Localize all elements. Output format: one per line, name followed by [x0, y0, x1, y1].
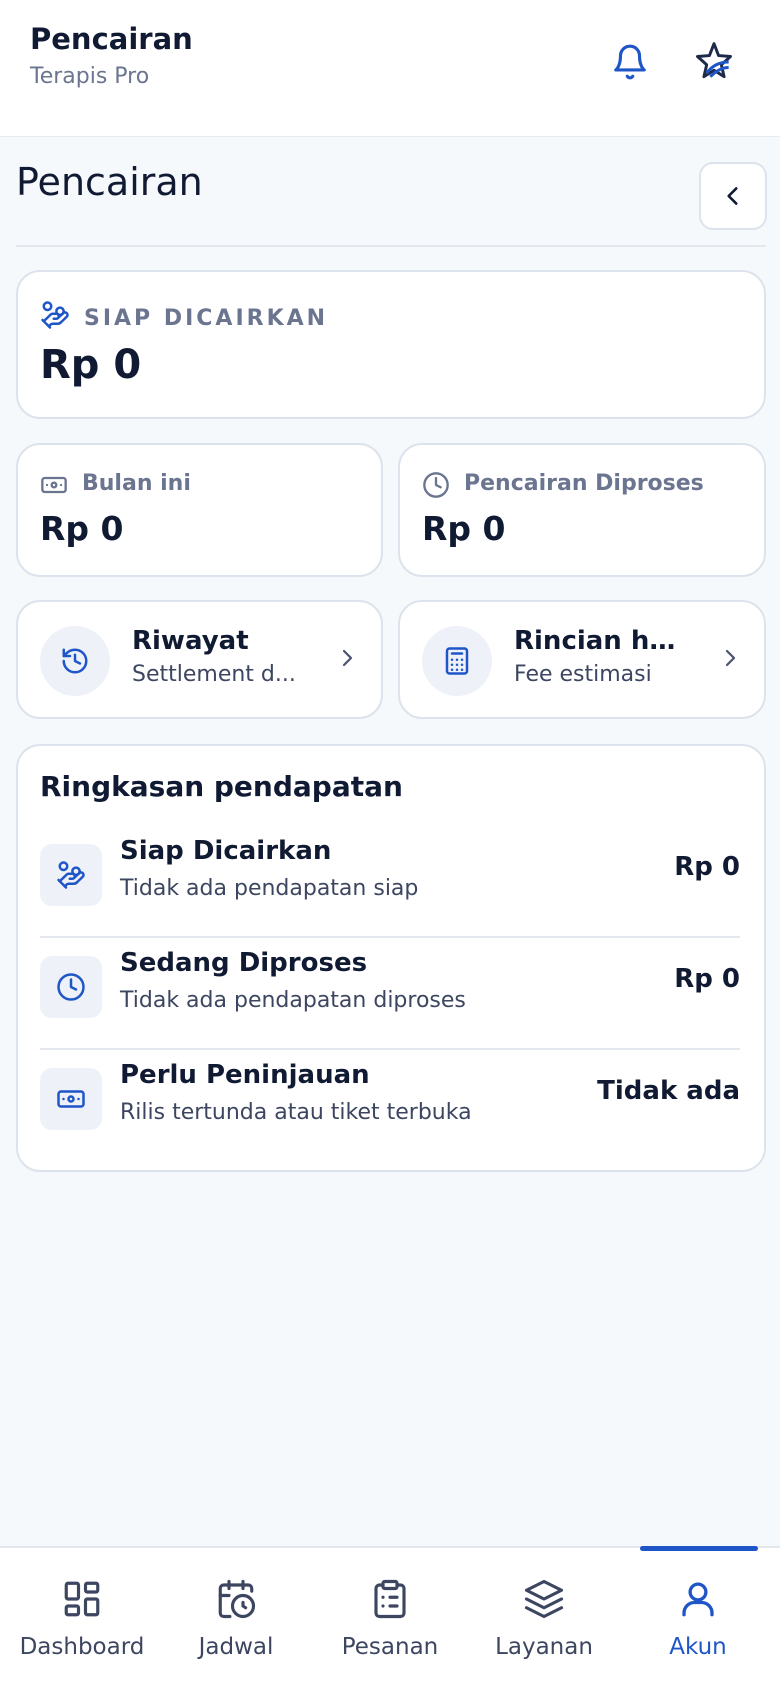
nav-card-subtitle: Fee estimasi [514, 662, 652, 687]
stat-card-processing: Pencairan Diproses Rp 0 [398, 443, 766, 577]
clipboard-icon [369, 1578, 411, 1620]
page-title: Pencairan [16, 160, 203, 204]
tab-label: Pesanan [341, 1634, 439, 1660]
back-button[interactable] [699, 162, 767, 230]
stat-card-this-month: Bulan ini Rp 0 [16, 443, 383, 577]
tab-label: Dashboard [19, 1634, 145, 1660]
stat-amount: Rp 0 [422, 509, 506, 548]
ready-amount: Rp 0 [40, 342, 142, 388]
brand-logo-icon[interactable] [688, 36, 740, 88]
banknote-icon [40, 1068, 102, 1130]
summary-row-name: Siap Dicairkan [120, 836, 332, 866]
stat-label: Bulan ini [82, 471, 191, 496]
app-subtitle: Terapis Pro [30, 64, 150, 89]
calculator-icon [422, 626, 492, 696]
summary-row-name: Sedang Diproses [120, 948, 368, 978]
summary-row[interactable]: Sedang Diproses Tidak ada pendapatan dip… [40, 936, 740, 1048]
history-nav-card[interactable]: Riwayat Settlement d... [16, 600, 383, 719]
summary-row-name: Perlu Peninjauan [120, 1060, 370, 1090]
summary-row-value: Rp 0 [674, 852, 740, 882]
user-icon [677, 1578, 719, 1620]
tab-label: Jadwal [198, 1634, 274, 1660]
clock-icon [40, 956, 102, 1018]
hand-coins-icon [40, 300, 70, 330]
ready-label: SIAP DICAIRKAN [84, 306, 329, 331]
summary-row[interactable]: Siap Dicairkan Tidak ada pendapatan siap… [40, 824, 740, 936]
summary-row-desc: Tidak ada pendapatan diproses [120, 988, 466, 1013]
summary-row-value: Tidak ada [597, 1076, 740, 1106]
app-header: Pencairan Terapis Pro [0, 0, 780, 137]
nav-card-title: Rincian har... [514, 626, 689, 656]
income-summary-card: Ringkasan pendapatan Siap Dicairkan Tida… [16, 744, 766, 1172]
stat-label: Pencairan Diproses [464, 471, 704, 496]
clock-icon [422, 471, 450, 499]
summary-row-value: Rp 0 [674, 964, 740, 994]
grid-icon [61, 1578, 103, 1620]
tab-akun[interactable]: Akun [620, 1548, 776, 1688]
ready-balance-card: SIAP DICAIRKAN Rp 0 [16, 270, 766, 419]
tab-layanan[interactable]: Layanan [466, 1548, 622, 1688]
chevron-right-icon [335, 646, 359, 670]
tab-dashboard[interactable]: Dashboard [4, 1548, 160, 1688]
tab-label: Layanan [495, 1634, 593, 1660]
summary-row-desc: Tidak ada pendapatan siap [120, 876, 419, 901]
layers-icon [523, 1578, 565, 1620]
summary-row[interactable]: Perlu Peninjauan Rilis tertunda atau tik… [40, 1048, 740, 1160]
daily-detail-nav-card[interactable]: Rincian har... Fee estimasi [398, 600, 766, 719]
tab-pesanan[interactable]: Pesanan [312, 1548, 468, 1688]
app-title: Pencairan [30, 22, 193, 56]
chevron-right-icon [718, 646, 742, 670]
bottom-nav: Dashboard Jadwal Pesanan Layanan Akun [0, 1546, 780, 1688]
history-icon [40, 626, 110, 696]
tab-label: Akun [669, 1634, 727, 1660]
divider [16, 245, 766, 247]
chevron-left-icon [727, 187, 738, 205]
calendar-clock-icon [215, 1578, 257, 1620]
hand-coins-icon [40, 844, 102, 906]
summary-row-desc: Rilis tertunda atau tiket terbuka [120, 1100, 472, 1125]
tab-jadwal[interactable]: Jadwal [158, 1548, 314, 1688]
banknote-icon [40, 471, 68, 499]
nav-card-title: Riwayat [132, 626, 249, 656]
summary-title: Ringkasan pendapatan [40, 770, 403, 803]
stat-amount: Rp 0 [40, 509, 124, 548]
notification-bell-icon[interactable] [604, 36, 656, 88]
nav-card-subtitle: Settlement d... [132, 662, 296, 687]
